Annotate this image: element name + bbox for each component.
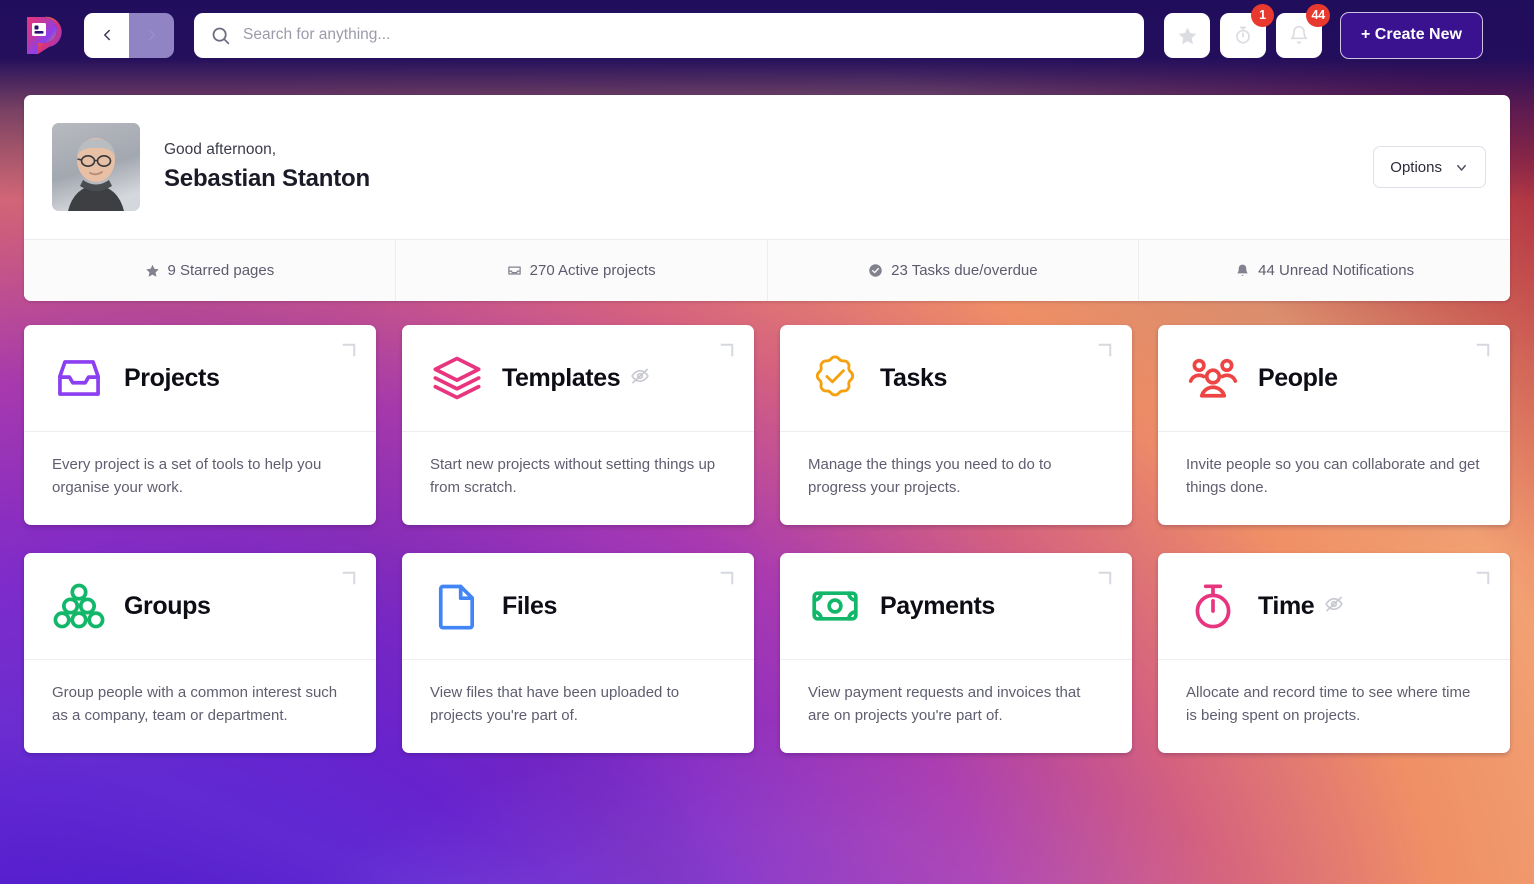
stopwatch-icon xyxy=(1186,579,1240,633)
forward-button[interactable] xyxy=(129,13,174,58)
star-icon xyxy=(1177,25,1198,46)
card-title: Projects xyxy=(124,364,219,393)
card-payments[interactable]: Payments View payment requests and invoi… xyxy=(780,553,1132,753)
stat-label: 23 Tasks due/overdue xyxy=(891,262,1038,279)
card-title: Time xyxy=(1258,592,1344,621)
card-title-text: Templates xyxy=(502,364,620,393)
card-description: Group people with a common interest such… xyxy=(24,660,376,753)
card-title: Templates xyxy=(502,364,650,393)
options-button[interactable]: Options xyxy=(1373,146,1486,188)
stat-tasks-due[interactable]: 23 Tasks due/overdue xyxy=(768,240,1140,301)
card-title-text: Files xyxy=(502,592,557,621)
timer-badge: 1 xyxy=(1251,4,1274,27)
card-description: Every project is a set of tools to help … xyxy=(24,432,376,525)
stat-unread-notifications[interactable]: 44 Unread Notifications xyxy=(1139,240,1510,301)
people-group-icon xyxy=(1186,351,1240,405)
card-projects[interactable]: Projects Every project is a set of tools… xyxy=(24,325,376,525)
eye-off-icon xyxy=(1324,592,1344,621)
planio-logo[interactable] xyxy=(18,13,62,57)
card-people[interactable]: People Invite people so you can collabor… xyxy=(1158,325,1510,525)
expand-corner-icon[interactable] xyxy=(718,569,736,592)
inbox-icon xyxy=(507,263,522,278)
create-new-button[interactable]: + Create New xyxy=(1340,12,1483,59)
chevron-left-icon xyxy=(98,26,116,44)
card-groups[interactable]: Groups Group people with a common intere… xyxy=(24,553,376,753)
card-description: Start new projects without setting thing… xyxy=(402,432,754,525)
card-description: Allocate and record time to see where ti… xyxy=(1158,660,1510,753)
welcome-panel: Good afternoon, Sebastian Stanton Option… xyxy=(24,95,1510,301)
options-label: Options xyxy=(1390,159,1442,176)
card-description: View files that have been uploaded to pr… xyxy=(402,660,754,753)
card-title: Tasks xyxy=(880,364,947,393)
top-navigation-bar: 1 44 + Create New xyxy=(0,0,1534,70)
banknote-icon xyxy=(808,579,862,633)
user-avatar[interactable] xyxy=(52,123,140,211)
search-input[interactable] xyxy=(243,26,1128,44)
card-title: Payments xyxy=(880,592,995,621)
notifications-button[interactable]: 44 xyxy=(1276,13,1322,58)
stats-bar: 9 Starred pages 270 Active projects 23 T… xyxy=(24,239,1510,301)
card-description: Manage the things you need to do to prog… xyxy=(780,432,1132,525)
starred-button[interactable] xyxy=(1164,13,1210,58)
expand-corner-icon[interactable] xyxy=(1096,341,1114,364)
user-name: Sebastian Stanton xyxy=(164,165,1373,193)
card-description: Invite people so you can collaborate and… xyxy=(1158,432,1510,525)
timer-button[interactable]: 1 xyxy=(1220,13,1266,58)
stat-starred-pages[interactable]: 9 Starred pages xyxy=(24,240,396,301)
star-icon xyxy=(145,263,160,278)
bell-icon xyxy=(1235,263,1250,278)
card-title: Files xyxy=(502,592,557,621)
card-title-text: People xyxy=(1258,364,1338,393)
expand-corner-icon[interactable] xyxy=(340,341,358,364)
card-templates[interactable]: Templates Start new projects without set… xyxy=(402,325,754,525)
search-icon xyxy=(210,25,231,46)
chevron-right-icon xyxy=(143,26,161,44)
chevron-down-icon xyxy=(1454,160,1469,175)
stat-label: 270 Active projects xyxy=(530,262,656,279)
greeting-block: Good afternoon, Sebastian Stanton xyxy=(164,141,1373,193)
card-description: View payment requests and invoices that … xyxy=(780,660,1132,753)
bell-icon xyxy=(1289,25,1309,45)
card-title-text: Projects xyxy=(124,364,219,393)
circles-pyramid-icon xyxy=(52,579,106,633)
feature-card-grid: Projects Every project is a set of tools… xyxy=(24,325,1510,753)
eye-off-icon xyxy=(630,364,650,393)
back-button[interactable] xyxy=(84,13,129,58)
card-title-text: Payments xyxy=(880,592,995,621)
card-title: People xyxy=(1258,364,1338,393)
card-tasks[interactable]: Tasks Manage the things you need to do t… xyxy=(780,325,1132,525)
card-title-text: Tasks xyxy=(880,364,947,393)
quick-action-buttons: 1 44 xyxy=(1164,13,1322,58)
history-navigation xyxy=(84,13,174,58)
expand-corner-icon[interactable] xyxy=(340,569,358,592)
stopwatch-icon xyxy=(1233,25,1253,45)
card-title-text: Time xyxy=(1258,592,1314,621)
expand-corner-icon[interactable] xyxy=(1474,569,1492,592)
stat-label: 9 Starred pages xyxy=(168,262,275,279)
stat-label: 44 Unread Notifications xyxy=(1258,262,1414,279)
inbox-tray-icon xyxy=(52,351,106,405)
card-title: Groups xyxy=(124,592,211,621)
check-badge-icon xyxy=(868,263,883,278)
expand-corner-icon[interactable] xyxy=(1096,569,1114,592)
check-badge-icon xyxy=(808,351,862,405)
expand-corner-icon[interactable] xyxy=(718,341,736,364)
card-time[interactable]: Time Allocate and record time to see whe… xyxy=(1158,553,1510,753)
card-files[interactable]: Files View files that have been uploaded… xyxy=(402,553,754,753)
document-icon xyxy=(430,579,484,633)
layers-icon xyxy=(430,351,484,405)
greeting-text: Good afternoon, xyxy=(164,141,1373,159)
card-title-text: Groups xyxy=(124,592,211,621)
expand-corner-icon[interactable] xyxy=(1474,341,1492,364)
notifications-badge: 44 xyxy=(1306,4,1330,27)
stat-active-projects[interactable]: 270 Active projects xyxy=(396,240,768,301)
search-bar[interactable] xyxy=(194,13,1144,58)
